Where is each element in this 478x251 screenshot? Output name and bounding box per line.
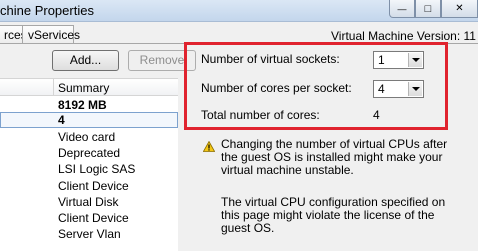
list-item-cpus[interactable]: 4	[0, 112, 178, 128]
list-item-summary: 8192 MB	[58, 98, 107, 112]
title-bar: chine Properties — □ ✕	[0, 0, 478, 22]
list-item-hard-disk[interactable]: Virtual Disk	[0, 194, 178, 210]
warning-icon	[202, 140, 216, 155]
list-item-network-adapter[interactable]: Server Vlan	[0, 226, 178, 242]
window-title: chine Properties	[0, 3, 94, 18]
add-button[interactable]: Add...	[52, 50, 119, 71]
list-item-summary: Server Vlan	[58, 227, 121, 241]
cores-per-socket-value: 4	[378, 82, 385, 96]
list-item-summary: Virtual Disk	[58, 195, 119, 209]
column-separator[interactable]	[53, 79, 54, 96]
list-item-scsi-controller[interactable]: LSI Logic SAS	[0, 161, 178, 177]
list-item-vmci[interactable]: Deprecated	[0, 145, 178, 161]
close-button[interactable]: ✕	[441, 0, 478, 18]
sockets-value: 1	[378, 53, 385, 67]
minimize-button[interactable]: —	[389, 0, 415, 18]
sockets-select[interactable]: 1	[373, 51, 424, 69]
list-item-summary: 4	[58, 113, 65, 127]
chevron-down-icon[interactable]	[408, 82, 422, 96]
total-cores-value: 4	[373, 108, 380, 122]
cores-per-socket-select[interactable]: 4	[373, 80, 424, 98]
list-header: Summary	[0, 79, 178, 96]
total-cores-label: Total number of cores:	[201, 108, 320, 122]
tab-vservices[interactable]: vServices	[22, 25, 80, 44]
list-item-summary: Deprecated	[58, 146, 121, 160]
warning-message-license: The virtual CPU configuration specified …	[221, 195, 446, 235]
list-item-summary: Client Device	[58, 211, 129, 225]
summary-column-header[interactable]: Summary	[58, 81, 109, 95]
sockets-label: Number of virtual sockets:	[201, 52, 340, 66]
warning-message-unstable: Changing the number of virtual CPUs afte…	[221, 137, 448, 177]
maximize-icon: □	[424, 2, 432, 15]
chevron-down-icon[interactable]	[408, 53, 422, 67]
list-item-memory[interactable]: 8192 MB	[0, 97, 178, 113]
list-item-summary: Client Device	[58, 179, 129, 193]
list-item-floppy[interactable]: Client Device	[0, 210, 178, 226]
maximize-button[interactable]: □	[415, 0, 441, 18]
list-item-cd-dvd[interactable]: Client Device	[0, 178, 178, 194]
cores-per-socket-label: Number of cores per socket:	[201, 81, 352, 95]
vm-version-label: Virtual Machine Version: 11	[331, 29, 476, 43]
hardware-list[interactable]: Summary 8192 MB 4 Video card Deprecated …	[0, 78, 178, 251]
minimize-icon: —	[397, 3, 407, 14]
list-item-summary: Video card	[58, 130, 116, 144]
list-item-video-card[interactable]: Video card	[0, 129, 178, 145]
list-item-summary: LSI Logic SAS	[58, 162, 136, 176]
tab-resources[interactable]: rces	[0, 25, 27, 44]
close-icon: ✕	[455, 3, 464, 14]
